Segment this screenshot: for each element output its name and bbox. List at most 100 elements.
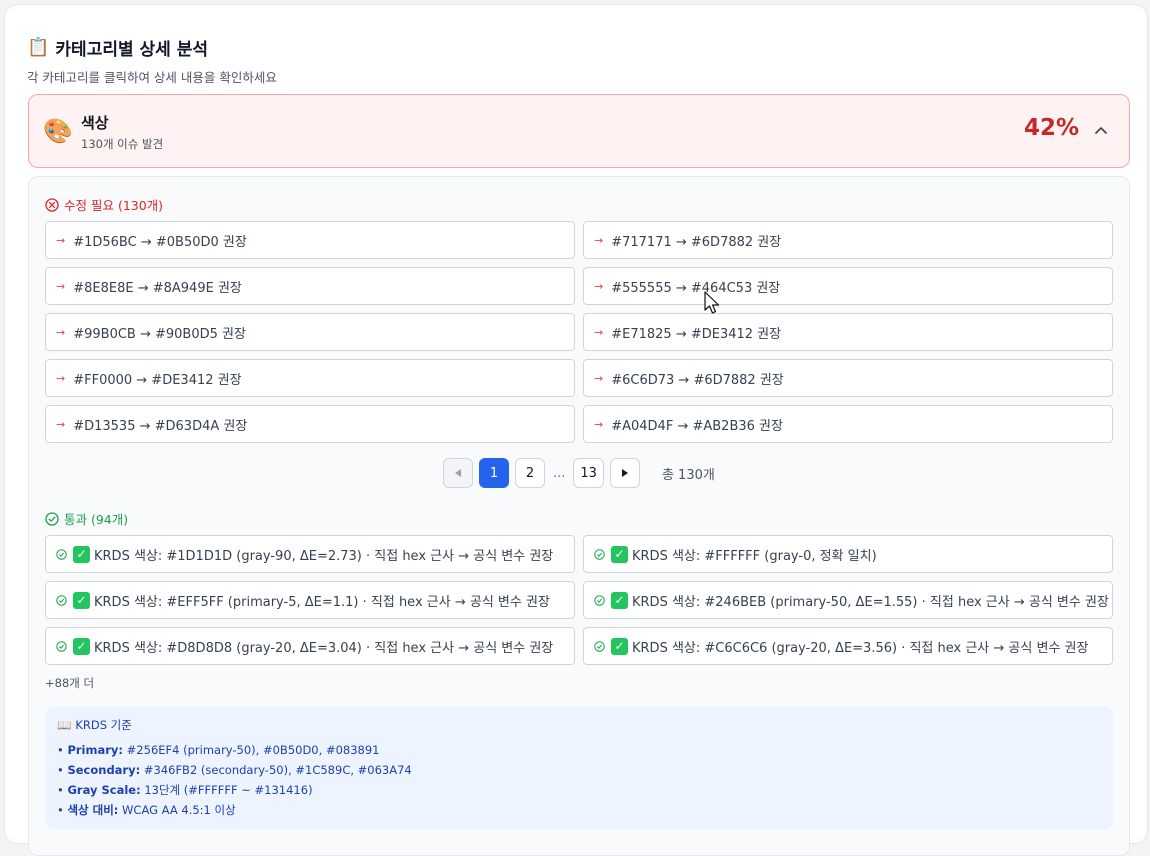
- reference-label: 색상 대비:: [67, 803, 119, 817]
- arrow-right-icon: →: [56, 279, 66, 293]
- book-icon: 📖: [57, 718, 72, 732]
- pagination: 1 2 ... 13 총 130개: [443, 458, 715, 488]
- check-circle-icon: [56, 594, 67, 606]
- fail-items-grid: → #1D56BC → #0B50D0 권장 → #717171 → #6D7882…: [45, 221, 1113, 443]
- more-items-link[interactable]: +88개 더: [45, 675, 94, 691]
- arrow-right-icon: →: [56, 371, 66, 385]
- fail-item[interactable]: → #717171 → #6D7882 권장: [583, 221, 1113, 259]
- pass-item[interactable]: ✓ KRDS 색상: #D8D8D8 (gray-20, ΔE=3.04) · …: [45, 627, 575, 665]
- fail-item-text: #8E8E8E → #8A949E 권장: [73, 280, 242, 296]
- arrow-right-icon: →: [594, 279, 604, 293]
- arrow-right-icon: →: [56, 325, 66, 339]
- category-detail-panel: 수정 필요 (130개) → #1D56BC → #0B50D0 권장 → #717…: [28, 176, 1130, 856]
- fail-item[interactable]: → #1D56BC → #0B50D0 권장: [45, 221, 575, 259]
- fail-item-text: #E71825 → #DE3412 권장: [611, 326, 782, 342]
- fail-item-text: #717171 → #6D7882 권장: [611, 234, 782, 250]
- pass-section-label: 통과 (94개): [64, 512, 129, 527]
- triangle-left-icon: [455, 469, 461, 477]
- category-header-color[interactable]: 🎨 색상 130개 이슈 발견 42%: [28, 94, 1130, 168]
- fail-item[interactable]: → #555555 → #464C53 권장: [583, 267, 1113, 305]
- check-circle-icon: [594, 548, 605, 560]
- reference-label: Gray Scale:: [67, 783, 141, 797]
- fail-item-text: #FF0000 → #DE3412 권장: [73, 372, 242, 388]
- fail-item[interactable]: → #D13535 → #D63D4A 권장: [45, 405, 575, 443]
- reference-value: 13단계 (#FFFFFF ~ #131416): [144, 783, 313, 797]
- fail-item[interactable]: → #99B0CB → #90B0D5 권장: [45, 313, 575, 351]
- fail-item-text: #555555 → #464C53 권장: [611, 280, 781, 296]
- pass-item-text: KRDS 색상: #D8D8D8 (gray-20, ΔE=3.04) · 직접…: [94, 640, 554, 656]
- arrow-right-icon: →: [594, 325, 604, 339]
- pass-item[interactable]: ✓ KRDS 색상: #1D1D1D (gray-90, ΔE=2.73) · …: [45, 535, 575, 573]
- category-score: 42%: [1023, 115, 1079, 141]
- page-button-2[interactable]: 2: [515, 458, 545, 488]
- x-circle-icon: [45, 197, 59, 212]
- page-title: 카테고리별 상세 분석: [55, 40, 209, 60]
- triangle-right-icon: [621, 469, 628, 477]
- reference-label: Primary:: [67, 743, 124, 757]
- arrow-right-icon: →: [56, 417, 66, 431]
- next-page-button[interactable]: [609, 458, 640, 488]
- fail-item[interactable]: → #E71825 → #DE3412 권장: [583, 313, 1113, 351]
- pass-item[interactable]: ✓ KRDS 색상: #C6C6C6 (gray-20, ΔE=3.56) · …: [583, 627, 1113, 665]
- pass-item-text: KRDS 색상: #EFF5FF (primary-5, ΔE=1.1) · 직…: [94, 594, 550, 610]
- arrow-right-icon: →: [56, 233, 66, 247]
- check-circle-icon: [56, 548, 67, 560]
- page-button-13[interactable]: 13: [573, 458, 604, 488]
- checkmark-icon: ✓: [611, 545, 628, 563]
- krds-reference-box: 📖 KRDS 기준 • Primary: #256EF4 (primary-50…: [45, 707, 1113, 829]
- arrow-right-icon: →: [594, 233, 604, 247]
- page-title-row: 📋 카테고리별 상세 분석: [27, 35, 208, 60]
- arrow-right-icon: →: [594, 417, 604, 431]
- palette-icon: 🎨: [43, 117, 73, 145]
- fail-section-title: 수정 필요 (130개): [45, 195, 163, 214]
- fail-item-text: #1D56BC → #0B50D0 권장: [73, 234, 247, 250]
- clipboard-icon: 📋: [27, 37, 50, 58]
- fail-item[interactable]: → #FF0000 → #DE3412 권장: [45, 359, 575, 397]
- fail-item[interactable]: → #6C6D73 → #6D7882 권장: [583, 359, 1113, 397]
- reference-line: • Primary: #256EF4 (primary-50), #0B50D0…: [57, 743, 380, 757]
- fail-item-text: #99B0CB → #90B0D5 권장: [73, 326, 246, 342]
- reference-line: • 색상 대비: WCAG AA 4.5:1 이상: [57, 803, 236, 817]
- check-circle-icon: [45, 511, 59, 526]
- category-analysis-card: 📋 카테고리별 상세 분석 각 카테고리를 클릭하여 상세 내용을 확인하세요 …: [4, 4, 1148, 856]
- pass-section-title: 통과 (94개): [45, 509, 128, 528]
- category-name: 색상: [81, 114, 109, 132]
- pass-item[interactable]: ✓ KRDS 색상: #EFF5FF (primary-5, ΔE=1.1) ·…: [45, 581, 575, 619]
- reference-title-row: 📖 KRDS 기준: [57, 717, 1101, 733]
- reference-value: WCAG AA 4.5:1 이상: [122, 803, 236, 817]
- checkmark-icon: ✓: [611, 591, 628, 609]
- reference-line: • Gray Scale: 13단계 (#FFFFFF ~ #131416): [57, 783, 313, 797]
- reference-value: #256EF4 (primary-50), #0B50D0, #083891: [126, 743, 380, 757]
- fail-item-text: #6C6D73 → #6D7882 권장: [611, 372, 784, 388]
- check-circle-icon: [594, 640, 605, 652]
- checkmark-icon: ✓: [611, 637, 628, 655]
- pagination-total: 총 130개: [661, 467, 715, 483]
- prev-page-button[interactable]: [443, 458, 473, 488]
- fail-item-text: #D13535 → #D63D4A 권장: [73, 418, 248, 434]
- pagination-ellipsis: ...: [553, 465, 566, 481]
- fail-item-text: #A04D4F → #AB2B36 권장: [611, 418, 783, 434]
- pass-item[interactable]: ✓ KRDS 색상: #FFFFFF (gray-0, 정확 일치): [583, 535, 1113, 573]
- reference-line: • Secondary: #346FB2 (secondary-50), #1C…: [57, 763, 412, 777]
- reference-label: Secondary:: [67, 763, 141, 777]
- category-issue-count: 130개 이슈 발견: [81, 137, 164, 151]
- fail-item[interactable]: → #A04D4F → #AB2B36 권장: [583, 405, 1113, 443]
- page-subtitle: 각 카테고리를 클릭하여 상세 내용을 확인하세요: [27, 70, 277, 85]
- checkmark-icon: ✓: [73, 545, 90, 563]
- chevron-up-icon[interactable]: [1091, 122, 1111, 138]
- pass-item[interactable]: ✓ KRDS 색상: #246BEB (primary-50, ΔE=1.55)…: [583, 581, 1113, 619]
- check-circle-icon: [56, 640, 67, 652]
- pass-item-text: KRDS 색상: #FFFFFF (gray-0, 정확 일치): [632, 548, 877, 564]
- fail-section-label: 수정 필요 (130개): [64, 198, 164, 213]
- arrow-right-icon: →: [594, 371, 604, 385]
- reference-title: KRDS 기준: [75, 718, 132, 732]
- pass-item-text: KRDS 색상: #246BEB (primary-50, ΔE=1.55) ·…: [632, 594, 1109, 610]
- pass-items-grid: ✓ KRDS 색상: #1D1D1D (gray-90, ΔE=2.73) · …: [45, 535, 1113, 665]
- reference-value: #346FB2 (secondary-50), #1C589C, #063A74: [143, 763, 412, 777]
- page-button-1[interactable]: 1: [479, 458, 509, 488]
- mouse-cursor-icon: [704, 291, 720, 314]
- pass-item-text: KRDS 색상: #1D1D1D (gray-90, ΔE=2.73) · 직접…: [94, 548, 554, 564]
- checkmark-icon: ✓: [73, 591, 90, 609]
- pass-item-text: KRDS 색상: #C6C6C6 (gray-20, ΔE=3.56) · 직접…: [632, 640, 1089, 656]
- fail-item[interactable]: → #8E8E8E → #8A949E 권장: [45, 267, 575, 305]
